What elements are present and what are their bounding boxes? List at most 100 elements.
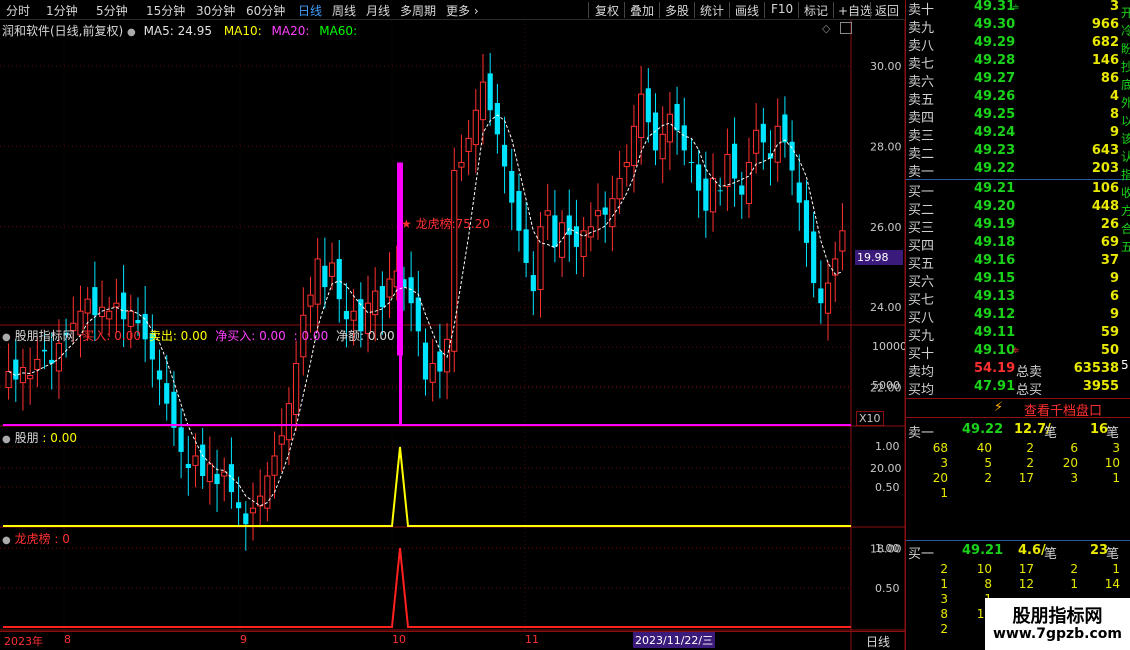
level-label: 买三 [908,221,935,236]
maximize-icon[interactable] [840,22,852,34]
side-char: 五 [1121,240,1130,254]
sell-level-row[interactable]: 卖四 49.25 8 [906,107,1130,126]
level-volume: 4 [1109,89,1119,104]
buy-level-row[interactable]: 买二 49.20 448 [906,199,1130,218]
overlay-button[interactable]: 叠加 [630,2,654,19]
candle-body [782,114,788,143]
candle-body [717,190,723,192]
tab-daily[interactable]: 日线 [298,2,322,19]
buy-level-row[interactable]: 买一 49.21 106 [906,181,1130,200]
candle-body [350,310,357,321]
draw-line-button[interactable]: 画线 [735,2,759,19]
tab-5min[interactable]: 5分钟 [96,2,128,19]
queue-cell: 2 [1026,441,1034,455]
collapse-icon[interactable]: ● [2,434,11,445]
candle-body [19,367,27,384]
level-price: 49.15 [974,271,1016,286]
sell-level-row[interactable]: 卖二 49.23 643 [906,143,1130,162]
candlestick-series [5,53,846,551]
buy-level-row[interactable]: 买三 49.19 26 [906,217,1130,236]
level-volume: 106 [1091,181,1119,196]
period-indicator[interactable]: 日线 [866,633,890,650]
queue-cell: 1 [1112,471,1120,485]
ma20-label: MA20: [271,24,310,38]
queue-cell: 20 [1062,456,1078,470]
stock-title[interactable]: 润和软件(日线,前复权) [2,24,123,38]
f10-button[interactable]: F10 [771,2,793,16]
level-label: 买六 [908,275,935,290]
side-char: 冷 [1121,24,1130,38]
level-volume: 9 [1109,307,1119,322]
sell-level-row[interactable]: 卖三 49.24 9 [906,125,1130,144]
candle-body [178,427,184,452]
level-volume: 59 [1100,325,1119,340]
candle-body [674,103,680,131]
sell-level-row[interactable]: 卖九 49.30 966 [906,17,1130,36]
avg-buy-price: 47.91 [974,379,1016,394]
level-label: 卖五 [908,93,935,108]
add-watchlist-button[interactable]: +自选 [838,2,872,19]
adjust-button[interactable]: 复权 [595,2,619,19]
sell-level-row[interactable]: 卖六 49.27 86 [906,71,1130,90]
tab-multi-period[interactable]: 多周期 [400,2,436,19]
tab-intraday[interactable]: 分时 [6,2,30,19]
sell-level-row[interactable]: 卖八 49.29 682 [906,35,1130,54]
indicator2-header: ● 股朋 : 0.00 [2,429,77,446]
tab-1min[interactable]: 1分钟 [46,2,78,19]
diamond-icon[interactable]: ◇ [822,22,830,35]
buy-level-row[interactable]: 买四 49.18 69 [906,235,1130,254]
level-label: 卖三 [908,129,935,144]
collapse-icon[interactable]: ● [127,27,136,38]
tab-15min[interactable]: 15分钟 [146,2,185,19]
buy-level-row[interactable]: 买九 49.11 59 [906,325,1130,344]
level-label: 卖八 [908,39,935,54]
indicator1-buy: 买入: 0.00 [82,329,141,343]
buy-level-row[interactable]: 买五 49.16 37 [906,253,1130,272]
indicator3-name[interactable]: 龙虎榜 [15,532,51,546]
candle-body [616,178,623,200]
back-button[interactable]: 返回 [875,2,899,19]
candle-body [558,222,566,258]
queue-cell: 1 [1070,577,1078,591]
buy-level-row[interactable]: 买七 49.13 6 [906,289,1130,308]
tab-monthly[interactable]: 月线 [366,2,390,19]
multi-stock-button[interactable]: 多股 [665,2,689,19]
avg-sell-price: 54.19 [974,361,1016,376]
level-label: 买九 [908,329,935,344]
level-price: 49.22 [974,161,1016,176]
level-label: 买五 [908,257,935,272]
tab-30min[interactable]: 30分钟 [196,2,235,19]
level-volume: 146 [1091,53,1119,68]
buy-level-row[interactable]: 买八 49.12 9 [906,307,1130,326]
candle-body [41,349,48,352]
avg-sell-row: 卖均 54.19 总卖 63538 [908,361,1119,380]
buy-level-row[interactable]: 买六 49.15 9 [906,271,1130,290]
sell-level-row[interactable]: 卖一 49.22 203 [906,161,1130,180]
candle-body [594,210,602,217]
stats-button[interactable]: 统计 [700,2,724,19]
queue-cell: 2 [940,622,948,636]
level-volume: 86 [1100,71,1119,86]
tab-more[interactable]: 更多 › [446,2,479,19]
sell-level-row[interactable]: 卖七 49.28 146 [906,53,1130,72]
collapse-icon[interactable]: ● [2,535,11,546]
ma10-label: MA10: [223,24,262,38]
level-label: 买十 [908,347,935,362]
sell-level-row[interactable]: 卖五 49.26 4 [906,89,1130,108]
candle-body [623,161,630,168]
tab-weekly[interactable]: 周线 [332,2,356,19]
level-price: 49.19 [974,217,1016,232]
collapse-icon[interactable]: ● [2,332,11,343]
view-all-depth-button[interactable]: ⚡ 查看千档盘口 [906,398,1130,419]
indicator1-unit: X10 [856,411,884,426]
date-label-sep: 9 [240,633,247,646]
candle-body [681,125,687,151]
candle-body [228,464,235,493]
mark-button[interactable]: 标记 [804,2,828,19]
indicator2-name[interactable]: 股朋 [15,431,39,445]
queue-cell: 2 [984,471,992,485]
indicator1-name[interactable]: 股朋指标网 [15,329,75,343]
tab-60min[interactable]: 60分钟 [246,2,285,19]
candle-body [501,144,508,167]
candle-body [465,137,472,152]
